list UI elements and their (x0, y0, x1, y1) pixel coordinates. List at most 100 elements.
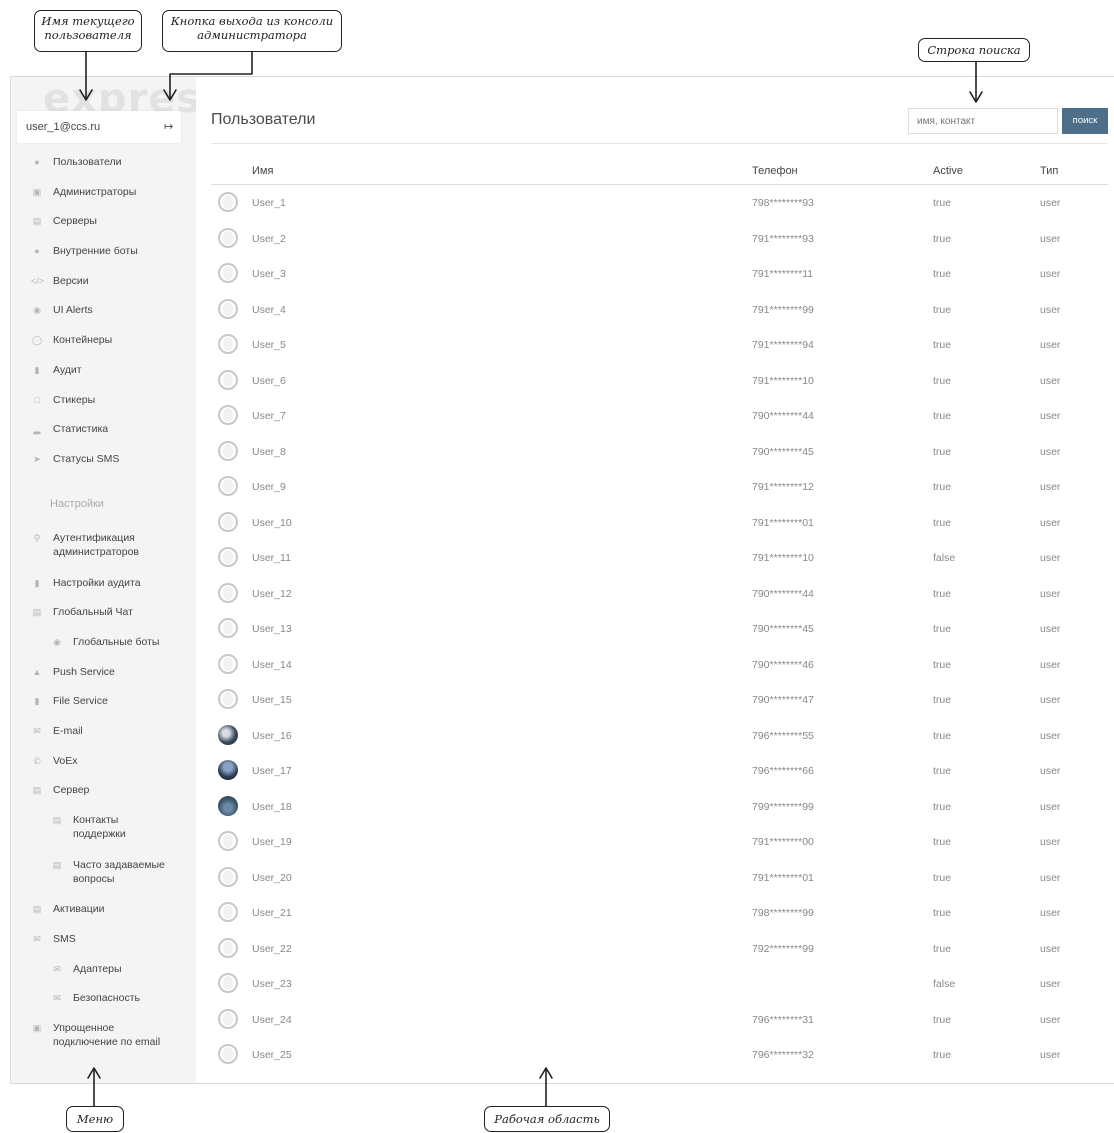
callout-username: Имя текущего пользователя (34, 10, 142, 52)
table-row[interactable]: User_18 799********99 true user (211, 789, 1108, 825)
sidebar-item-admin-auth[interactable]: ⚲ Аутентификация администраторов (11, 531, 163, 559)
sidebar-item-email[interactable]: ✉ E-mail (11, 724, 83, 738)
table-row[interactable]: User_25 796********32 true user (211, 1037, 1108, 1073)
avatar (218, 937, 238, 958)
table-row[interactable]: User_5 791********94 true user (211, 327, 1108, 363)
sidebar-item-statistics[interactable]: ▂ Статистика (11, 422, 109, 436)
sidebar-item-email-connect[interactable]: ▣ Упрощенное подключение по email (11, 1021, 168, 1049)
user-phone: 798********99 (752, 907, 814, 919)
sidebar-item-sms[interactable]: ✉ SMS (11, 932, 76, 946)
user-type: user (1040, 623, 1061, 635)
user-active: true (933, 800, 952, 813)
avatar (218, 902, 238, 922)
sidebar-item-ui-alerts[interactable]: ◉ UI Alerts (11, 303, 93, 317)
sidebar-item-admins[interactable]: ▣ Администраторы (11, 185, 137, 199)
table-row[interactable]: User_20 791********01 true user (211, 860, 1108, 896)
workspace: Пользователи поиск Имя Телефон Active Ти… (196, 77, 1114, 1083)
envelope-icon: ✉ (33, 934, 41, 944)
sign-out-icon[interactable]: ↦ (164, 120, 173, 133)
column-name[interactable]: Имя (252, 165, 273, 177)
sidebar-item-servers[interactable]: ▤ Серверы (11, 214, 97, 228)
sidebar-item-global-bots[interactable]: ◉ Глобальные боты (11, 635, 159, 649)
table-row[interactable]: User_11 791********10 false user (211, 540, 1108, 576)
user-phone: 791********10 (752, 374, 814, 387)
sidebar-item-server[interactable]: ▤ Сервер (11, 783, 90, 797)
user-phone: 791********12 (752, 481, 814, 493)
envelope-icon: ✉ (53, 993, 61, 1003)
table-row[interactable]: User_1 798********93 true user (211, 185, 1108, 221)
user-type: user (1040, 445, 1061, 458)
bar-chart-icon: ▂ (33, 424, 41, 434)
column-type[interactable]: Тип (1040, 165, 1058, 177)
user-phone: 790********45 (752, 623, 814, 635)
sidebar-item-voex[interactable]: ✆ VoEx (11, 754, 77, 768)
avatar (218, 511, 238, 532)
user-name: User_10 (252, 516, 292, 529)
avatar (218, 973, 238, 993)
table-row[interactable]: User_16 796********55 true user (211, 718, 1108, 754)
sidebar-item-push-service[interactable]: ▲ Push Service (11, 665, 115, 679)
phone-icon: ✆ (33, 756, 41, 766)
sidebar-item-internal-bots[interactable]: ● Внутренние боты (11, 244, 137, 258)
table-row[interactable]: User_4 791********99 true user (211, 292, 1108, 328)
table-row[interactable]: User_24 796********31 true user (211, 1002, 1108, 1038)
table-row[interactable]: User_17 796********66 true user (211, 753, 1108, 789)
table-row[interactable]: User_7 790********44 true user (211, 398, 1108, 434)
user-active: true (933, 694, 952, 706)
avatar (218, 724, 238, 745)
avatar (218, 440, 238, 461)
user-name: User_9 (252, 481, 286, 493)
sidebar-item-security[interactable]: ✉ Безопасность (11, 991, 140, 1005)
globe-icon: ◉ (53, 637, 61, 647)
table-row[interactable]: User_12 790********44 true user (211, 576, 1108, 612)
user-type: user (1040, 587, 1061, 600)
envelope-icon: ✉ (33, 726, 41, 736)
shield-icon: ▮ (34, 365, 40, 375)
user-name: User_14 (252, 658, 292, 671)
table-row[interactable]: User_13 790********45 true user (211, 611, 1108, 647)
table-row[interactable]: User_19 791********00 true user (211, 824, 1108, 860)
user-active: true (933, 765, 952, 777)
container-icon: ◯ (31, 335, 43, 345)
column-phone[interactable]: Телефон (752, 165, 798, 177)
table-row[interactable]: User_3 791********11 true user (211, 256, 1108, 292)
sidebar-item-file-service[interactable]: ▮ File Service (11, 694, 108, 708)
user-name: User_6 (252, 374, 286, 387)
column-active[interactable]: Active (933, 165, 963, 177)
table-row[interactable]: User_14 790********46 true user (211, 647, 1108, 683)
annotated-screenshot: Имя текущего пользователя Кнопка выхода … (0, 0, 1114, 1133)
table-header: Имя Телефон Active Тип (211, 157, 1108, 185)
sidebar-item-support-contacts[interactable]: ▤ Контакты поддержки (11, 813, 148, 841)
current-user-box: user_1@ccs.ru ↦ (17, 111, 181, 143)
user-phone: 791********10 (752, 552, 814, 564)
table-row[interactable]: User_8 790********45 true user (211, 434, 1108, 470)
user-phone: 790********44 (752, 410, 814, 422)
sidebar-item-containers[interactable]: ◯ Контейнеры (11, 333, 112, 347)
sidebar-item-versions[interactable]: </> Версии (11, 274, 89, 288)
table-row[interactable]: User_22 792********99 true user (211, 931, 1108, 967)
table-row[interactable]: User_23 false user (211, 966, 1108, 1002)
table-row[interactable]: User_10 791********01 true user (211, 505, 1108, 541)
table-row[interactable]: User_2 791********93 true user (211, 221, 1108, 257)
sidebar-item-faq[interactable]: ▤ Часто задаваемые вопросы (11, 858, 173, 886)
search-button[interactable]: поиск (1062, 108, 1108, 134)
sidebar-item-sms-statuses[interactable]: ➤ Статусы SMS (11, 452, 119, 466)
sidebar-item-adapters[interactable]: ✉ Адаптеры (11, 962, 121, 976)
sidebar-item-stickers[interactable]: □ Стикеры (11, 393, 95, 407)
sidebar-item-audit[interactable]: ▮ Аудит (11, 363, 82, 377)
user-phone: 790********46 (752, 658, 814, 671)
table-row[interactable]: User_15 790********47 true user (211, 682, 1108, 718)
table-row[interactable]: User_9 791********12 true user (211, 469, 1108, 505)
search-input[interactable] (908, 108, 1058, 134)
sidebar-item-users[interactable]: ● Пользователи (11, 155, 121, 169)
sidebar-item-activations[interactable]: ▤ Активации (11, 902, 105, 916)
user-type: user (1040, 836, 1061, 848)
table-row[interactable]: User_6 791********10 true user (211, 363, 1108, 399)
user-name: User_8 (252, 445, 286, 458)
table-row[interactable]: User_21 798********99 true user (211, 895, 1108, 931)
sidebar-item-global-chat[interactable]: ▤ Глобальный Чат (11, 605, 133, 619)
user-name: User_1 (252, 197, 286, 209)
user-type: user (1040, 339, 1061, 351)
sidebar-item-audit-settings[interactable]: ▮ Настройки аудита (11, 576, 141, 590)
user-type: user (1040, 516, 1061, 529)
